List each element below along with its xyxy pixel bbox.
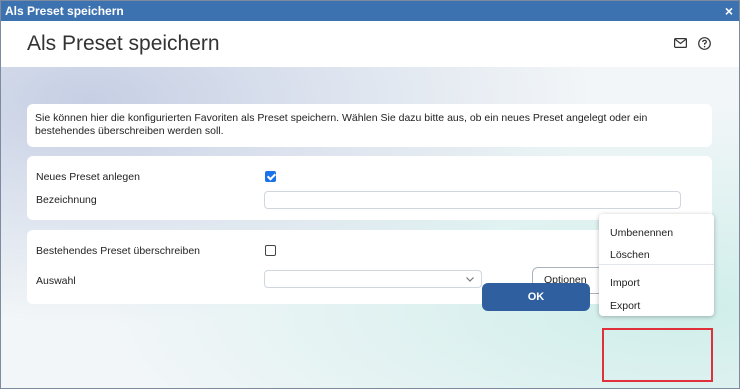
dialog-header: Als Preset speichern (1, 21, 739, 67)
close-icon[interactable]: × (725, 1, 733, 21)
ok-button[interactable]: OK (482, 283, 590, 311)
name-label: Bezeichnung (36, 194, 97, 206)
new-preset-checkbox[interactable] (265, 171, 276, 182)
selection-label: Auswahl (36, 275, 76, 287)
page-title: Als Preset speichern (27, 32, 220, 55)
menu-divider (599, 264, 714, 265)
menu-item-delete[interactable]: Löschen (610, 249, 650, 261)
existing-preset-label: Bestehendes Preset überschreiben (36, 245, 201, 257)
options-menu: Umbenennen Löschen Import Export (599, 214, 714, 316)
name-input[interactable] (264, 191, 681, 209)
info-text: Sie können hier die konfigurierten Favor… (35, 112, 648, 137)
preset-select[interactable] (264, 270, 482, 288)
save-preset-dialog: Als Preset speichern × Als Preset speich… (0, 0, 740, 389)
chevron-down-icon (466, 277, 474, 282)
menu-item-rename[interactable]: Umbenennen (610, 227, 673, 239)
menu-item-export[interactable]: Export (610, 300, 640, 312)
menu-item-import[interactable]: Import (610, 277, 640, 289)
existing-preset-checkbox[interactable] (265, 245, 276, 256)
window-title: Als Preset speichern (5, 4, 124, 18)
window-titlebar: Als Preset speichern × (1, 1, 739, 21)
new-preset-card: Neues Preset anlegen Bezeichnung (27, 156, 712, 220)
info-card: Sie können hier die konfigurierten Favor… (27, 104, 712, 147)
mail-icon[interactable] (674, 38, 687, 48)
help-icon[interactable] (698, 37, 711, 50)
new-preset-label: Neues Preset anlegen (36, 171, 140, 183)
